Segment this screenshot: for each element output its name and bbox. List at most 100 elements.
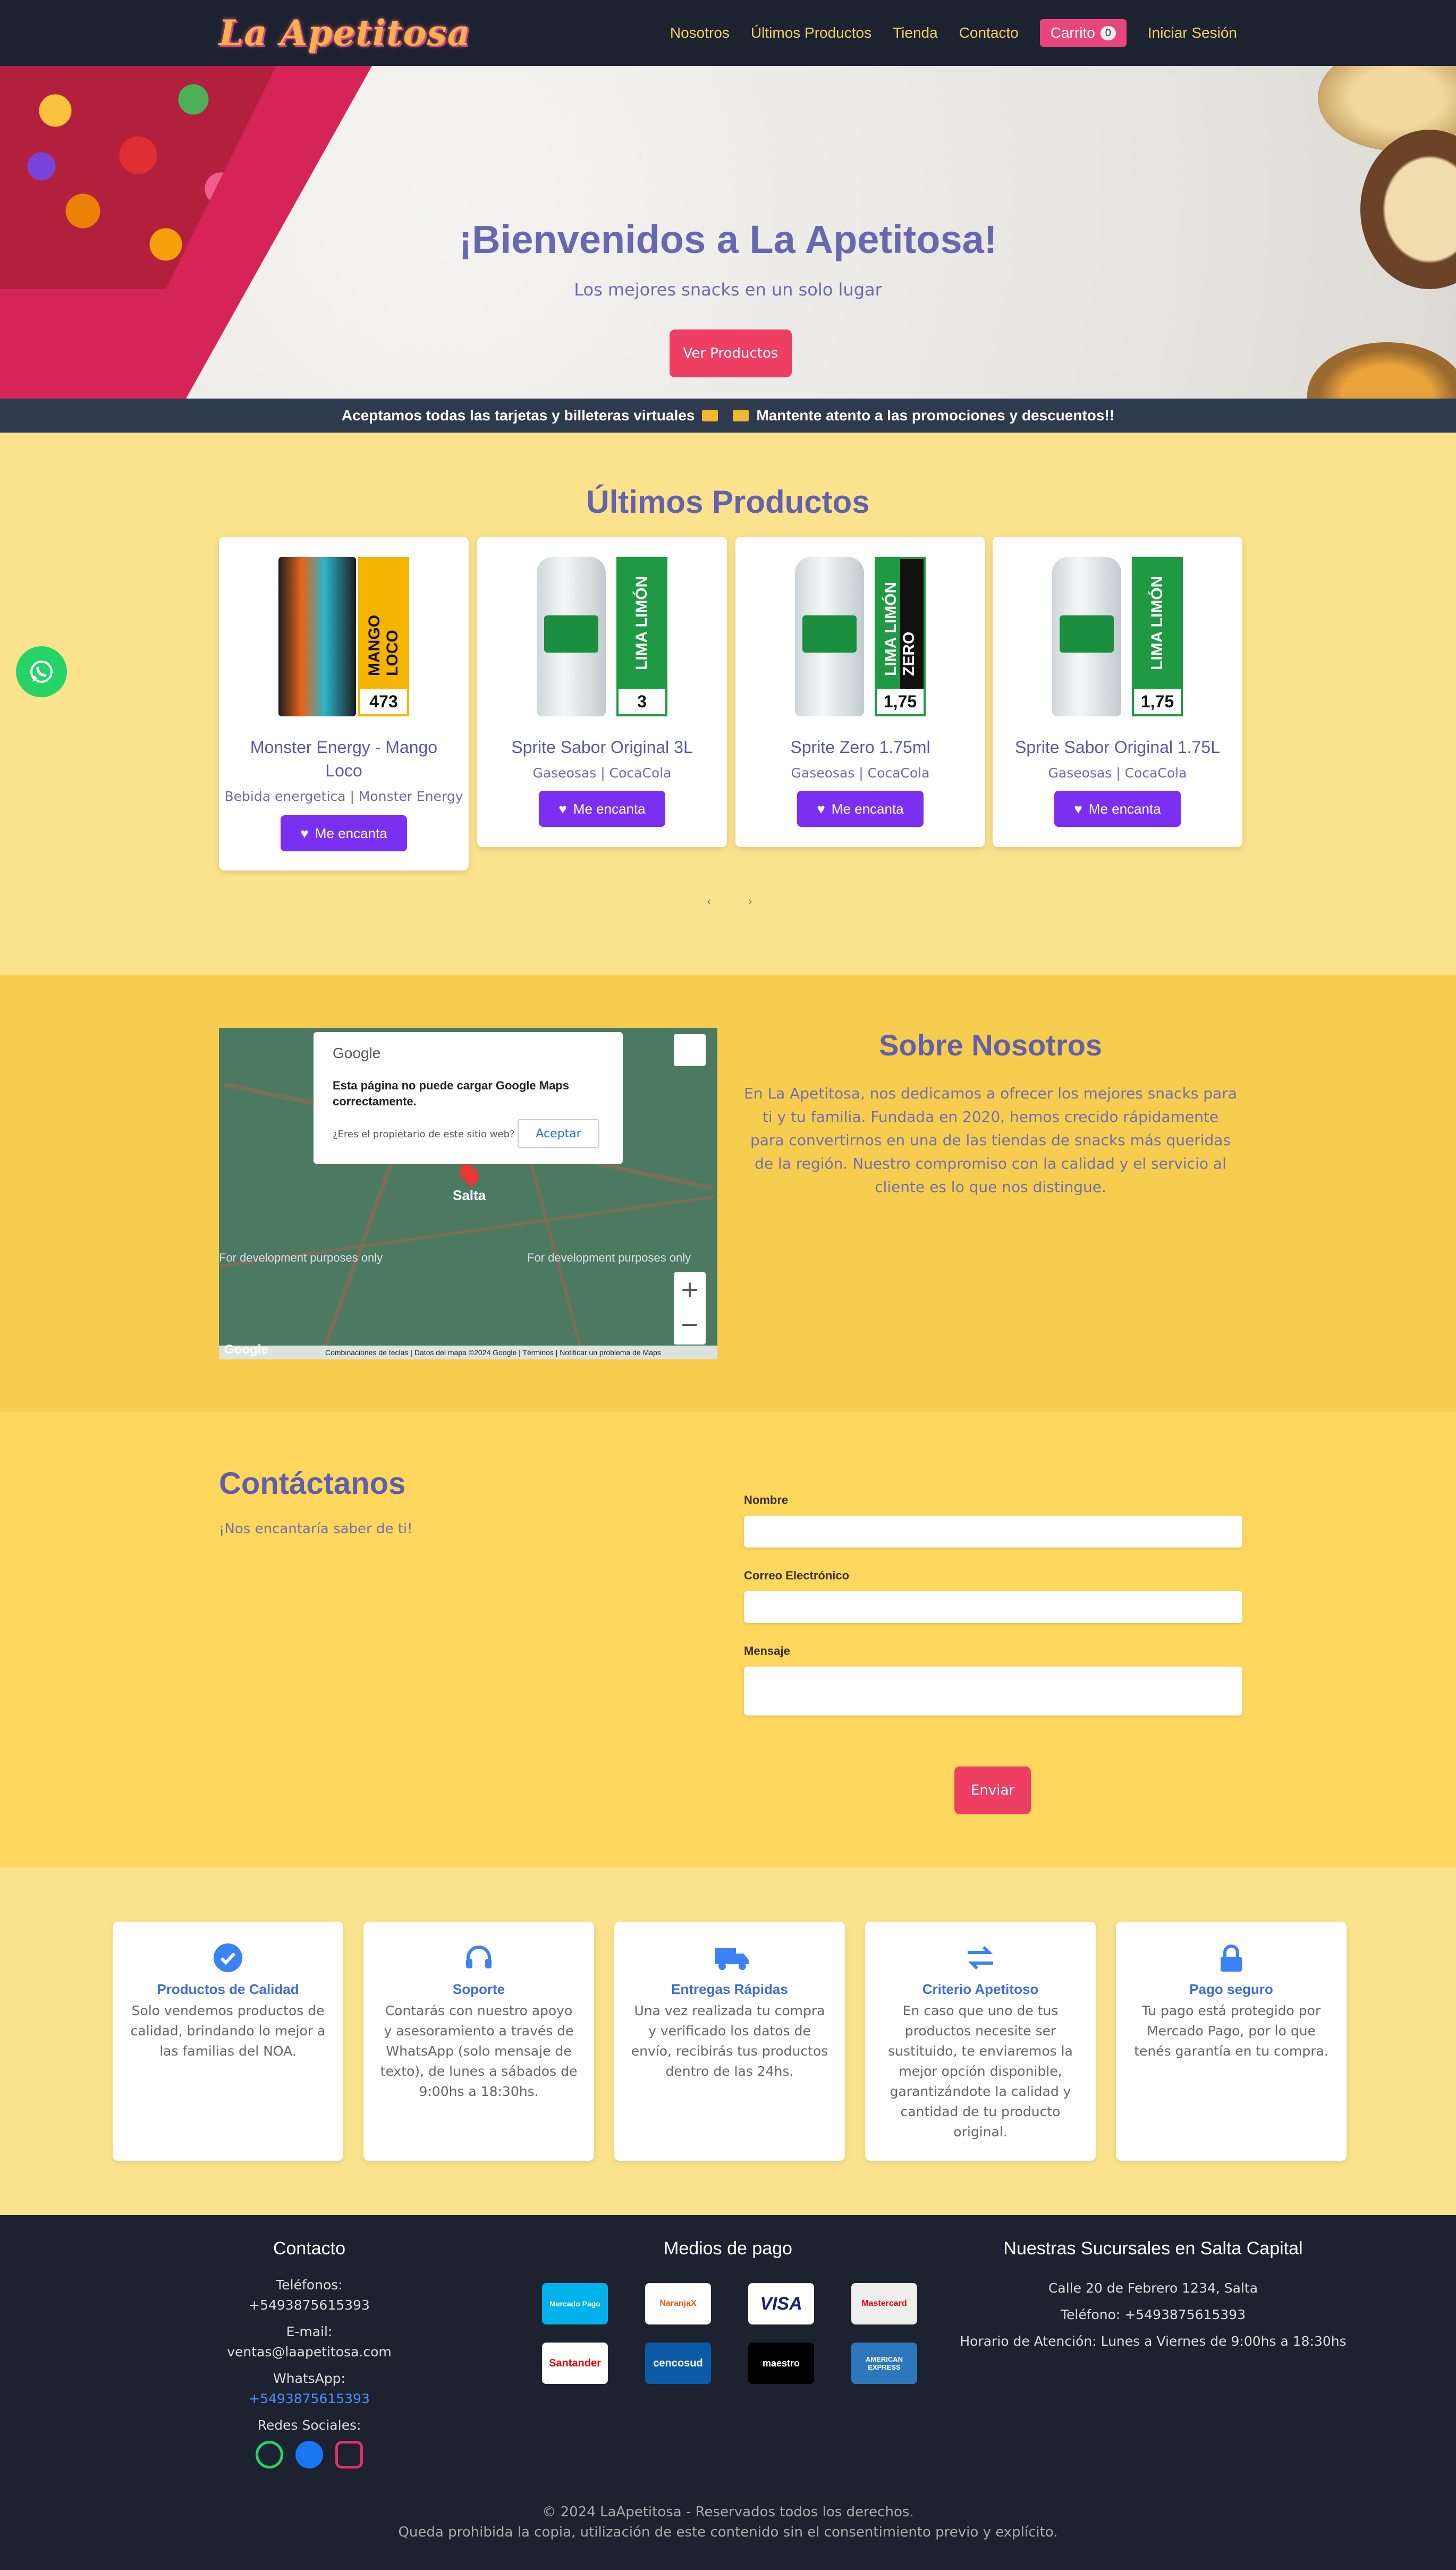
- email-input[interactable]: [744, 1591, 1242, 1623]
- nav-link-ultimos-productos[interactable]: Últimos Productos: [751, 24, 871, 41]
- product-card[interactable]: MANGO LOCO 473 Monster Energy - Mango Lo…: [219, 537, 469, 870]
- feature-text: Solo vendemos productos de calidad, brin…: [130, 2003, 326, 2059]
- mercadopago-logo: Mercado Pago: [542, 2283, 608, 2324]
- whatsapp-float-button[interactable]: [16, 646, 67, 697]
- fullscreen-icon[interactable]: [674, 1034, 706, 1066]
- like-label: Me encanta: [831, 800, 904, 817]
- footer: Contacto Teléfonos: +5493875615393 E-mai…: [0, 2215, 1456, 2570]
- nav-link-contacto[interactable]: Contacto: [959, 24, 1019, 41]
- sprite-zero-bottle-image: [795, 557, 864, 716]
- product-price-tag: LIMA LIMÓN 3: [616, 557, 667, 716]
- product-image: LIMA LIMÓN 1,75: [1052, 557, 1183, 716]
- like-button[interactable]: ♥ Me encanta: [281, 815, 407, 851]
- product-card[interactable]: LIMA LIMÓN 1,75 Sprite Sabor Original 1.…: [993, 537, 1242, 847]
- map-footer: Combinaciones de teclas | Datos del mapa…: [219, 1346, 717, 1359]
- heart-icon: ♥: [558, 800, 567, 817]
- footer-whatsapp-link[interactable]: +5493875615393: [182, 2389, 437, 2409]
- map-zoom-control[interactable]: + −: [674, 1272, 706, 1345]
- product-tag-text: LIMA LIMÓN: [633, 576, 650, 670]
- about-title: Sobre Nosotros: [878, 1028, 1103, 1062]
- about-text: En La Apetitosa, nos dedicamos a ofrecer…: [744, 1085, 1237, 1196]
- copyright-text: © 2024 LaApetitosa - Reservados todos lo…: [542, 2504, 914, 2520]
- like-label: Me encanta: [573, 800, 646, 817]
- social-label: Redes Sociales:: [257, 2417, 361, 2433]
- footer-phone[interactable]: +5493875615393: [182, 2295, 437, 2315]
- map-city-label: Salta: [453, 1187, 486, 1203]
- brand-logo[interactable]: La Apetitosa: [219, 12, 470, 54]
- like-button[interactable]: ♥ Me encanta: [539, 791, 665, 827]
- navbar: La Apetitosa Nosotros Últimos Productos …: [0, 0, 1456, 66]
- nav-link-nosotros[interactable]: Nosotros: [670, 24, 730, 41]
- product-name: Monster Energy - Mango Loco: [250, 738, 438, 780]
- features-section: Productos de Calidad Solo vendemos produ…: [0, 1867, 1456, 2215]
- credit-card-icon: [702, 410, 718, 421]
- zoom-out-icon[interactable]: −: [674, 1307, 706, 1342]
- payments-title: Medios de pago: [664, 2238, 792, 2259]
- product-name: Sprite Zero 1.75ml: [790, 738, 930, 757]
- product-tag-number: 1,75: [1134, 689, 1181, 714]
- like-button[interactable]: ♥ Me encanta: [1054, 791, 1181, 827]
- view-products-button[interactable]: Ver Productos: [670, 329, 792, 377]
- promo-banner: Aceptamos todas las tarjetas y billetera…: [0, 399, 1456, 433]
- hero-title: ¡Bienvenidos a La Apetitosa!: [459, 217, 997, 261]
- product-category: Gaseosas | CocaCola: [532, 765, 672, 781]
- message-label: Mensaje: [744, 1644, 790, 1658]
- like-button[interactable]: ♥ Me encanta: [797, 791, 924, 827]
- naranjax-logo: NaranjaX: [645, 2283, 711, 2324]
- email-label: E-mail:: [286, 2324, 333, 2339]
- footer-contact: Contacto Teléfonos: +5493875615393 E-mai…: [182, 2238, 437, 2471]
- product-price-tag: LIMA LIMÓN 1,75: [1132, 557, 1183, 716]
- product-image: LIMA LIMÓN 3: [537, 557, 667, 716]
- heart-icon: ♥: [1074, 800, 1082, 817]
- amex-logo: AMERICAN EXPRESS: [851, 2343, 917, 2384]
- cencosud-logo: cencosud: [645, 2343, 711, 2384]
- zoom-in-icon[interactable]: +: [674, 1272, 706, 1307]
- footer-email[interactable]: ventas@laapetitosa.com: [182, 2342, 437, 2362]
- mastercard-logo: Mastercard: [851, 2283, 917, 2324]
- product-category: Gaseosas | CocaCola: [1048, 765, 1187, 781]
- message-textarea[interactable]: [744, 1667, 1242, 1715]
- branch-phone: Teléfono: +5493875615393: [1060, 2307, 1246, 2322]
- product-price-tag: LIMA LIMÓN ZERO 1,75: [875, 557, 926, 716]
- cart-button[interactable]: Carrito 0: [1039, 19, 1127, 47]
- google-map[interactable]: Salta For development purposes only For …: [219, 1028, 717, 1359]
- about-section: Salta For development purposes only For …: [0, 975, 1456, 1411]
- product-tag-text: LIMA LIMÓN ZERO: [882, 581, 918, 676]
- send-button[interactable]: Enviar: [954, 1766, 1031, 1814]
- name-input[interactable]: [744, 1516, 1242, 1548]
- product-name: Sprite Sabor Original 3L: [511, 738, 693, 757]
- whatsapp-icon[interactable]: [255, 2441, 283, 2468]
- map-dev-watermark: For development purposes only: [527, 1251, 691, 1264]
- product-card[interactable]: LIMA LIMÓN ZERO 1,75 Sprite Zero 1.75ml …: [735, 537, 985, 847]
- login-link[interactable]: Iniciar Sesión: [1148, 24, 1237, 41]
- monster-can-image: [278, 557, 356, 716]
- swap-arrows-icon: [964, 1942, 996, 1974]
- map-accept-button[interactable]: Aceptar: [518, 1119, 599, 1148]
- feature-title: Entregas Rápidas: [671, 1981, 788, 1997]
- map-error-message: Esta página no puede cargar Google Maps …: [333, 1079, 569, 1108]
- carousel-prev-button[interactable]: ‹: [704, 895, 714, 908]
- map-pin-icon[interactable]: [455, 1160, 483, 1188]
- product-category: Bebida energetica | Monster Energy: [224, 789, 463, 804]
- hero-section: ¡Bienvenidos a La Apetitosa! Los mejores…: [0, 66, 1456, 399]
- carousel-next-button[interactable]: ›: [745, 895, 756, 908]
- product-price-tag: MANGO LOCO 473: [358, 557, 409, 716]
- like-label: Me encanta: [1088, 800, 1161, 817]
- feature-text: Una vez realizada tu compra y verificado…: [631, 2003, 828, 2079]
- nav-link-tienda[interactable]: Tienda: [893, 24, 938, 41]
- contact-title: Contáctanos: [219, 1466, 406, 1501]
- banner-promo-text: Mantente atento a las promociones y desc…: [756, 407, 1115, 424]
- footer-branches: Nuestras Sucursales en Salta Capital Cal…: [956, 2238, 1350, 2355]
- product-name: Sprite Sabor Original 1.75L: [1015, 738, 1220, 757]
- feature-card: Criterio Apetitoso En caso que uno de tu…: [865, 1922, 1096, 2161]
- phones-label: Teléfonos:: [276, 2277, 343, 2293]
- map-dialog-brand: Google: [333, 1045, 381, 1061]
- product-card[interactable]: LIMA LIMÓN 3 Sprite Sabor Original 3L Ga…: [477, 537, 727, 847]
- instagram-icon[interactable]: [335, 2441, 363, 2468]
- facebook-icon[interactable]: [295, 2441, 323, 2468]
- product-category: Gaseosas | CocaCola: [791, 765, 930, 781]
- heart-icon: ♥: [300, 825, 309, 841]
- email-label: Correo Electrónico: [744, 1569, 850, 1582]
- heart-icon: ♥: [817, 800, 825, 817]
- map-owner-question[interactable]: ¿Eres el propietario de este sitio web?: [333, 1129, 515, 1140]
